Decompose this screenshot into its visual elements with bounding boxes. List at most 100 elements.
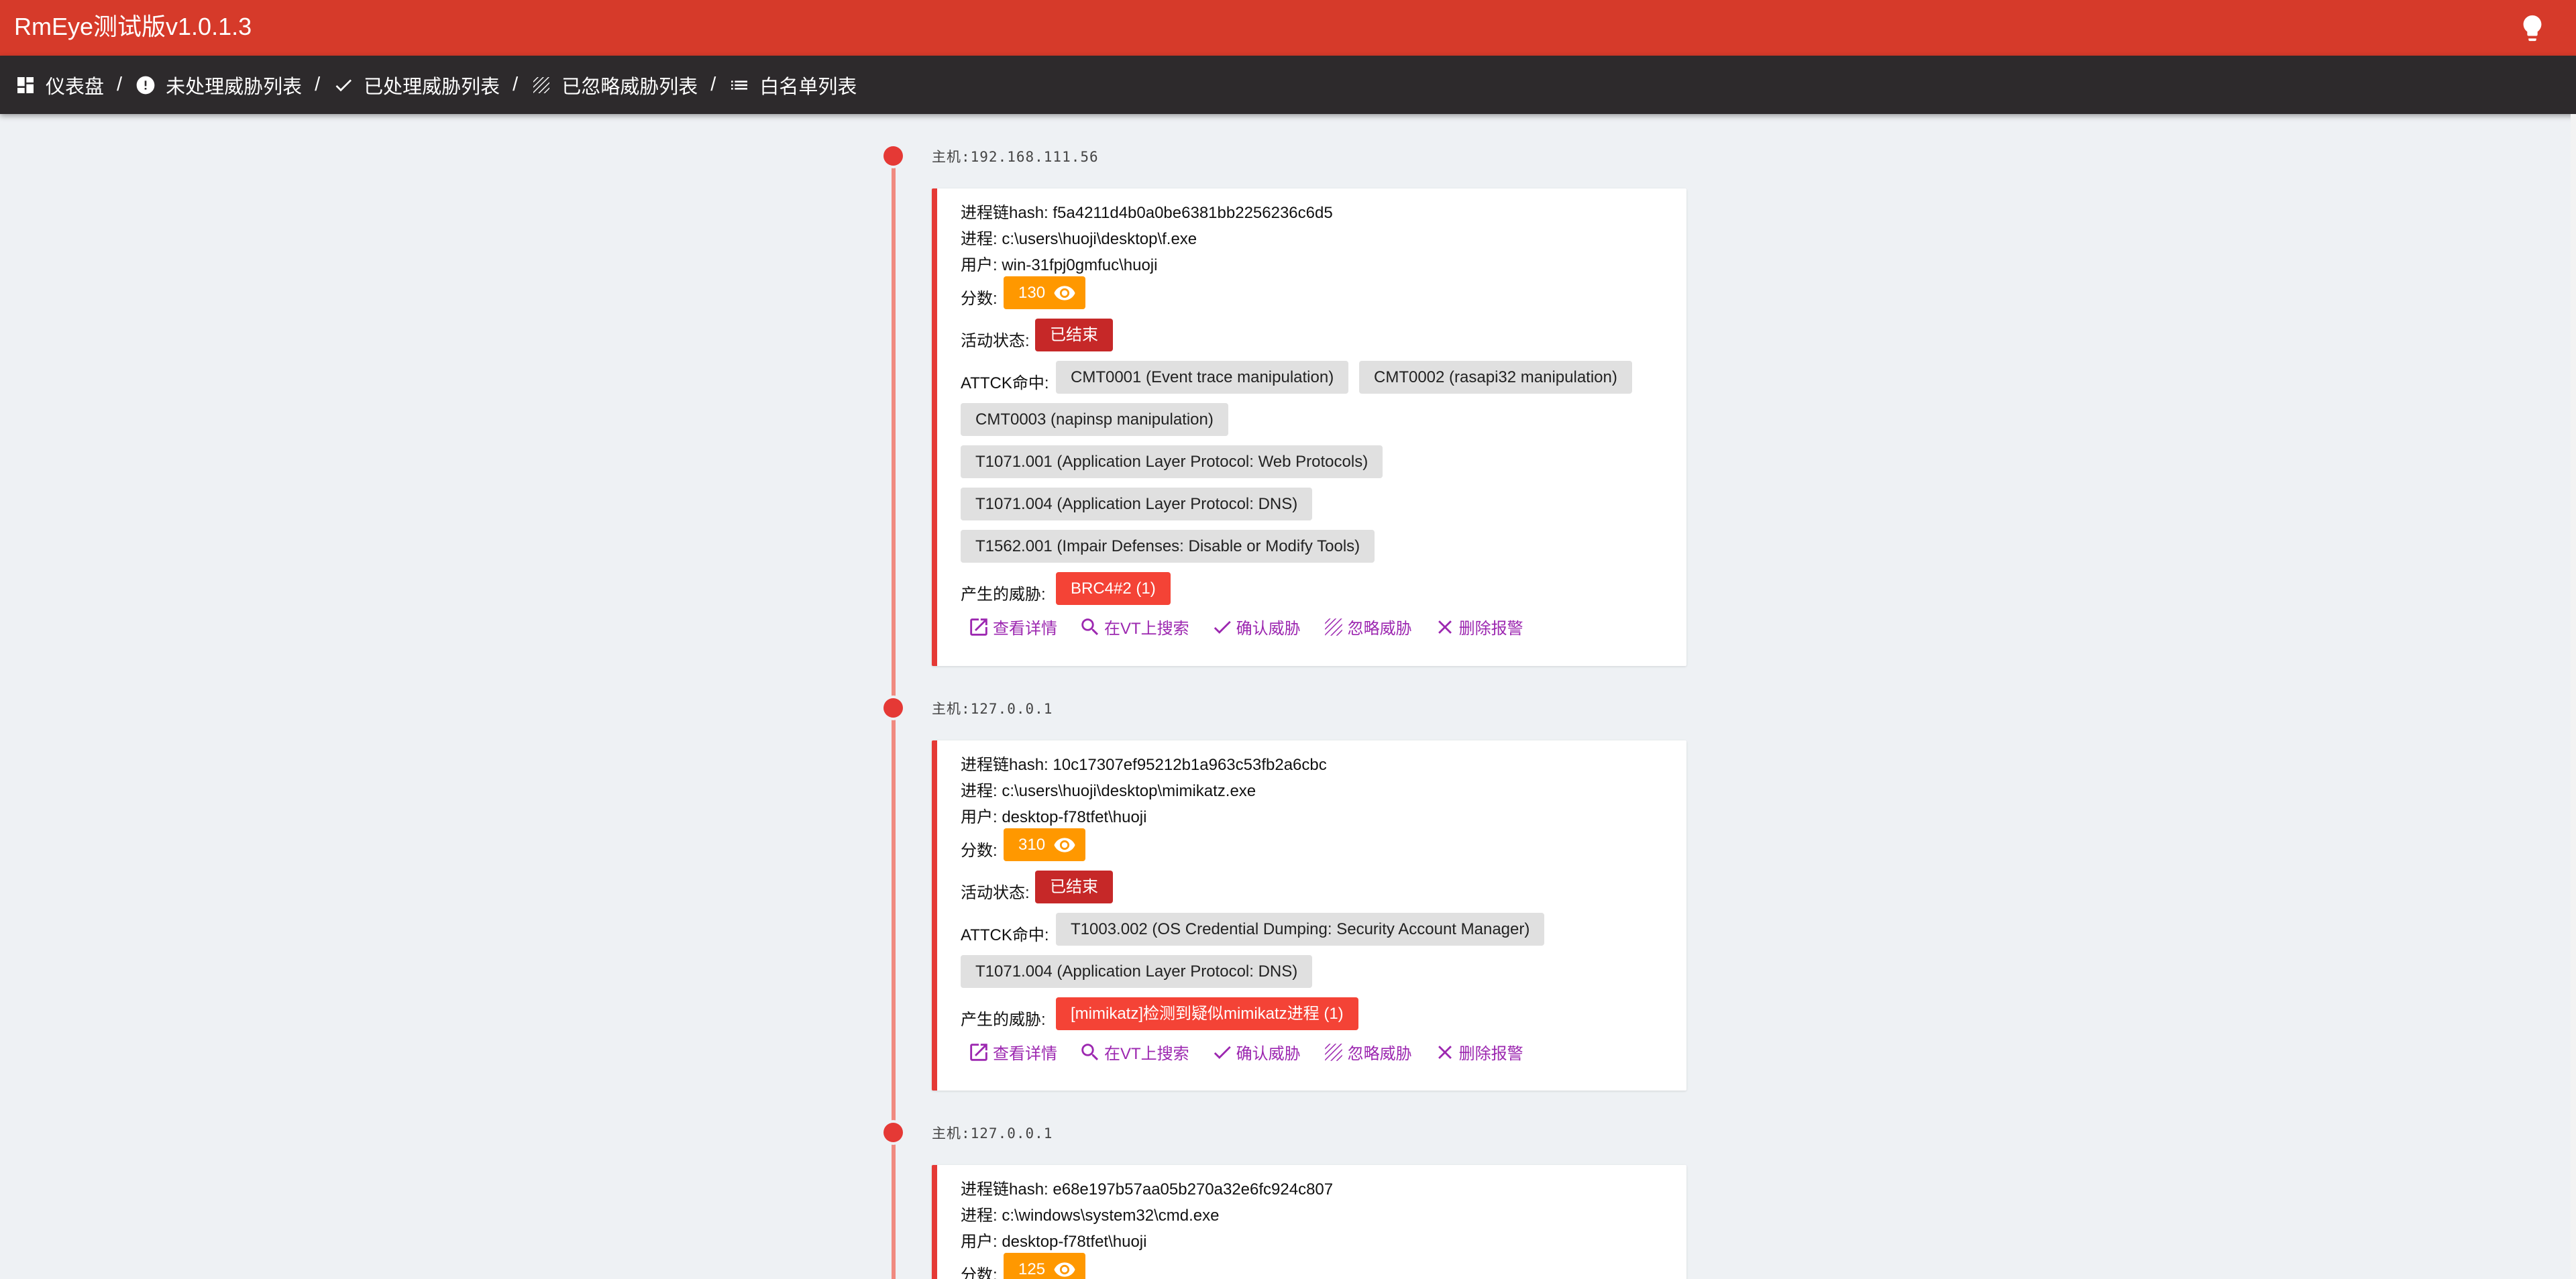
check-icon — [1214, 1046, 1231, 1059]
score-chip[interactable]: 130 — [1004, 276, 1086, 309]
delete-alert-button[interactable]: 删除报警 — [1434, 1040, 1523, 1064]
app-bar: RmEye测试版v1.0.1.3 — [0, 0, 2576, 56]
action-label: 在VT上搜索 — [1104, 620, 1189, 638]
crumb-ignored-threats[interactable]: 已忽略威胁列表 — [531, 71, 698, 99]
action-label: 删除报警 — [1458, 620, 1523, 638]
host-label: 主机:127.0.0.1 — [932, 701, 1053, 717]
action-label: 在VT上搜索 — [1104, 1045, 1189, 1063]
threat-chip[interactable]: [mimikatz]检测到疑似mimikatz进程 (1) — [1056, 997, 1358, 1030]
score-label: 分数: — [961, 290, 998, 308]
hatch-icon — [533, 76, 550, 93]
action-label: 忽略威胁 — [1347, 1045, 1412, 1063]
timeline-dot — [883, 698, 903, 718]
search-icon — [1081, 1043, 1099, 1060]
chain-hash: 进程链hash: f5a4211d4b0a0be6381bb2256236c6d… — [961, 204, 1333, 222]
breadcrumb-bar: 仪表盘 / 未处理威胁列表 / 已处理威胁列表 / 已忽略威胁列表 / 白名单列… — [0, 56, 2576, 114]
attck-chip[interactable]: CMT0001 (Event trace manipulation) — [1056, 361, 1349, 394]
threat-card: 进程链hash: f5a4211d4b0a0be6381bb2256236c6d… — [932, 188, 1686, 666]
breadcrumb-separator: / — [117, 74, 123, 95]
score-label: 分数: — [961, 842, 998, 860]
host-label: 主机:127.0.0.1 — [932, 1125, 1053, 1142]
check-icon — [335, 78, 352, 91]
lightbulb-icon[interactable] — [2517, 13, 2548, 44]
attck-chip[interactable]: T1071.004 (Application Layer Protocol: D… — [961, 488, 1313, 520]
vt-search-button[interactable]: 在VT上搜索 — [1079, 1040, 1189, 1064]
threat-label: 产生的威胁: — [961, 1011, 1046, 1029]
view-details-button[interactable]: 查看详情 — [967, 615, 1057, 638]
action-bar: 查看详情 在VT上搜索 确认威胁 忽略威胁 删除报警 — [967, 615, 1545, 638]
scrollbar[interactable] — [2571, 114, 2576, 1279]
breadcrumb-separator: / — [513, 74, 519, 95]
search-icon — [1081, 618, 1099, 635]
app-title: RmEye测试版v1.0.1.3 — [14, 13, 252, 40]
threat-card: 进程链hash: e68e197b57aa05b270a32e6fc924c80… — [932, 1165, 1686, 1279]
process-path: 进程: c:\users\huoji\desktop\mimikatz.exe — [961, 782, 1256, 800]
process-path: 进程: c:\windows\system32\cmd.exe — [961, 1207, 1220, 1225]
chain-hash: 进程链hash: e68e197b57aa05b270a32e6fc924c80… — [961, 1180, 1334, 1199]
host-label: 主机:192.168.111.56 — [932, 149, 1099, 165]
score-label: 分数: — [961, 1266, 998, 1279]
action-bar: 查看详情 在VT上搜索 确认威胁 忽略威胁 删除报警 — [967, 1040, 1545, 1064]
attck-chip[interactable]: T1071.001 (Application Layer Protocol: W… — [961, 445, 1383, 478]
crumb-dashboard[interactable]: 仪表盘 — [15, 71, 104, 99]
status-chip: 已结束 — [1035, 319, 1113, 351]
list-icon — [731, 80, 748, 90]
attck-chip[interactable]: CMT0002 (rasapi32 manipulation) — [1359, 361, 1632, 394]
action-label: 确认威胁 — [1236, 1045, 1301, 1063]
close-icon — [1438, 620, 1452, 634]
status-chip: 已结束 — [1035, 871, 1113, 903]
eye-icon — [1054, 285, 1075, 300]
vt-search-button[interactable]: 在VT上搜索 — [1079, 615, 1189, 638]
view-details-button[interactable]: 查看详情 — [967, 1040, 1057, 1064]
timeline-dot — [883, 146, 903, 166]
score-chip[interactable]: 310 — [1004, 828, 1086, 861]
alert-circle-icon — [136, 76, 155, 94]
check-icon — [1214, 620, 1231, 634]
action-label: 忽略威胁 — [1347, 620, 1412, 638]
breadcrumb-separator: / — [315, 74, 321, 95]
dashboard-icon — [17, 76, 34, 93]
breadcrumb-separator: / — [710, 74, 716, 95]
attck-label: ATTCK命中: — [961, 374, 1049, 392]
score-value: 310 — [1018, 836, 1046, 854]
delete-alert-button[interactable]: 删除报警 — [1434, 615, 1523, 638]
score-chip[interactable]: 125 — [1004, 1253, 1086, 1279]
action-label: 确认威胁 — [1236, 620, 1301, 638]
action-label: 查看详情 — [993, 1045, 1057, 1063]
attck-chip[interactable]: T1071.004 (Application Layer Protocol: D… — [961, 955, 1313, 988]
confirm-threat-button[interactable]: 确认威胁 — [1211, 1040, 1301, 1064]
score-value: 125 — [1018, 1260, 1046, 1278]
ignore-threat-button[interactable]: 忽略威胁 — [1322, 1040, 1412, 1064]
crumb-label: 仪表盘 — [46, 76, 105, 98]
crumb-whitelist[interactable]: 白名单列表 — [729, 71, 857, 99]
action-label: 查看详情 — [993, 620, 1057, 638]
ignore-threat-button[interactable]: 忽略威胁 — [1322, 615, 1412, 638]
attck-label: ATTCK命中: — [961, 926, 1049, 944]
attck-chip[interactable]: T1003.002 (OS Credential Dumping: Securi… — [1056, 913, 1545, 946]
crumb-label: 白名单列表 — [759, 76, 857, 98]
threat-chip[interactable]: BRC4#2 (1) — [1056, 572, 1171, 605]
chain-hash: 进程链hash: 10c17307ef95212b1a963c53fb2a6cb… — [961, 756, 1327, 774]
crumb-label: 已忽略威胁列表 — [561, 76, 698, 98]
threat-label: 产生的威胁: — [961, 586, 1046, 604]
crumb-label: 已处理威胁列表 — [364, 76, 500, 98]
open-in-new-icon — [970, 1043, 987, 1061]
confirm-threat-button[interactable]: 确认威胁 — [1211, 615, 1301, 638]
crumb-handled-threats[interactable]: 已处理威胁列表 — [333, 71, 500, 99]
breadcrumb: 仪表盘 / 未处理威胁列表 / 已处理威胁列表 / 已忽略威胁列表 / 白名单列… — [15, 56, 857, 114]
close-icon — [1438, 1045, 1452, 1059]
user-name: 用户: desktop-f78tfet\huoji — [961, 808, 1147, 826]
crumb-unhandled-threats[interactable]: 未处理威胁列表 — [135, 71, 302, 99]
user-name: 用户: desktop-f78tfet\huoji — [961, 1233, 1147, 1251]
user-name: 用户: win-31fpj0gmfuc\huoji — [961, 256, 1158, 274]
eye-icon — [1054, 1262, 1075, 1277]
score-value: 130 — [1018, 284, 1046, 302]
attck-chip[interactable]: CMT0003 (napinsp manipulation) — [961, 403, 1228, 436]
timeline-dot — [883, 1123, 903, 1142]
action-label: 删除报警 — [1458, 1045, 1523, 1063]
open-in-new-icon — [970, 618, 987, 636]
attck-chip[interactable]: T1562.001 (Impair Defenses: Disable or M… — [961, 530, 1375, 563]
process-path: 进程: c:\users\huoji\desktop\f.exe — [961, 230, 1197, 248]
threat-card: 进程链hash: 10c17307ef95212b1a963c53fb2a6cb… — [932, 740, 1686, 1091]
hatch-icon — [1324, 618, 1342, 636]
